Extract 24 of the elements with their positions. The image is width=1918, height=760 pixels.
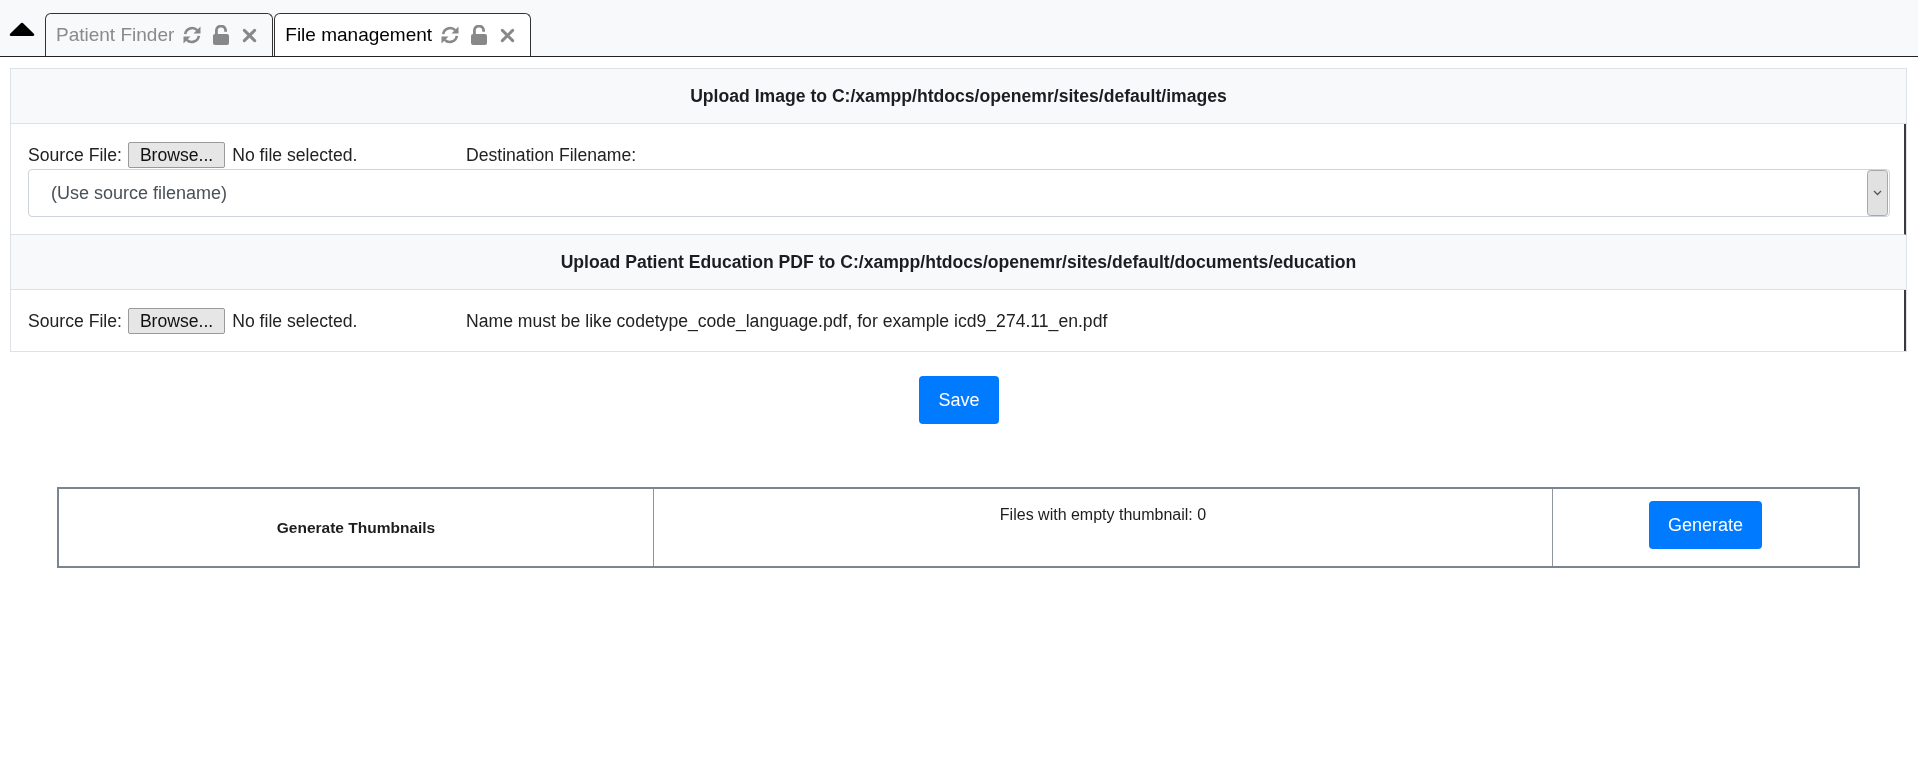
section-header: Upload Image to C:/xampp/htdocs/openemr/sites/default/images (11, 69, 1906, 124)
close-icon[interactable] (242, 27, 258, 43)
field-label: Destination Filename: (466, 144, 637, 166)
destination-select[interactable]: (Use source filename) (28, 169, 1890, 217)
browse-button[interactable]: Browse... (127, 308, 226, 334)
refresh-icon[interactable] (440, 25, 461, 45)
hint-text: Name must be like codetype_code_language.pdf, for example icd9_274.11_en.pdf (466, 310, 1108, 332)
padlock-icon[interactable] (470, 25, 489, 45)
caret-up-icon[interactable] (9, 21, 35, 37)
chevron-down-icon[interactable] (1867, 170, 1888, 216)
section-header: Upload Patient Education PDF to C:/xampp/htdocs/openemr/sites/default/documents/education (11, 235, 1906, 290)
padlock-icon[interactable] (212, 25, 231, 45)
generate-button[interactable]: Generate (1648, 501, 1763, 549)
browse-button[interactable]: Browse... (127, 142, 226, 168)
file-status: No file selected. (232, 144, 358, 166)
thumbnail-status: Files with empty thumbnail: 0 (999, 506, 1207, 523)
save-button[interactable]: Save (919, 376, 999, 424)
field-label: Source File: (28, 144, 122, 166)
file-status: No file selected. (232, 310, 358, 332)
field-label: Source File: (28, 310, 122, 332)
refresh-icon[interactable] (182, 25, 203, 45)
close-icon[interactable] (500, 27, 516, 43)
row-label: Generate Thumbnails (276, 518, 436, 537)
tab[interactable]: File management (274, 13, 532, 56)
